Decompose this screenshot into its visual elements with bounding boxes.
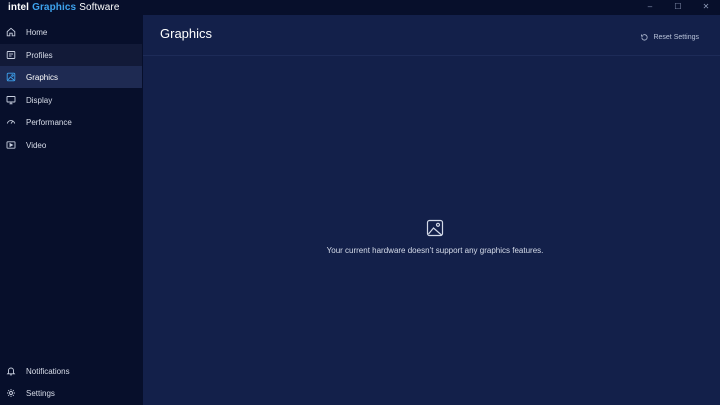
sidebar-item-label: Graphics xyxy=(26,72,59,82)
sidebar: Home Profiles Graphics Display Performan… xyxy=(0,20,142,405)
reset-settings-label: Reset Settings xyxy=(653,34,699,41)
image-icon xyxy=(426,219,444,237)
sidebar-item-label: Profiles xyxy=(26,50,53,60)
close-button[interactable]: ✕ xyxy=(692,0,720,12)
graphics-icon xyxy=(6,72,16,82)
sidebar-item-label: Video xyxy=(26,140,47,150)
video-icon xyxy=(6,140,16,150)
reset-settings-button[interactable]: Reset Settings xyxy=(640,33,699,42)
app-brand: intel Graphics Software xyxy=(8,0,119,15)
sidebar-item-graphics[interactable]: Graphics xyxy=(0,66,142,88)
page-header: Graphics Reset Settings xyxy=(143,15,720,56)
sidebar-item-home[interactable]: Home xyxy=(0,21,142,43)
sidebar-item-profiles[interactable]: Profiles xyxy=(0,44,142,66)
minimize-button[interactable]: – xyxy=(636,0,664,12)
sidebar-item-label: Performance xyxy=(26,117,72,127)
maximize-button[interactable]: ☐ xyxy=(664,0,692,12)
brand-graphics: Graphics xyxy=(32,2,77,13)
bell-icon xyxy=(6,366,16,376)
gear-icon xyxy=(6,388,16,398)
sidebar-item-label: Notifications xyxy=(26,366,70,376)
brand-software: Software xyxy=(79,2,120,13)
page-title: Graphics xyxy=(160,26,213,41)
sidebar-item-label: Home xyxy=(26,27,48,37)
brand-intel: intel xyxy=(8,2,30,13)
sidebar-item-performance[interactable]: Performance xyxy=(0,111,142,133)
sidebar-item-display[interactable]: Display xyxy=(0,89,142,111)
title-bar: intel Graphics Software – ☐ ✕ xyxy=(0,0,720,15)
sidebar-item-video[interactable]: Video xyxy=(0,134,142,156)
app-window: intel Graphics Software – ☐ ✕ Home Profi… xyxy=(0,0,720,405)
empty-state-message: Your current hardware doesn’t support an… xyxy=(326,246,544,255)
sidebar-item-label: Settings xyxy=(26,388,55,398)
sidebar-item-label: Display xyxy=(26,95,53,105)
main-panel: Graphics Reset Settings Your current har… xyxy=(143,15,720,405)
display-icon xyxy=(6,95,16,105)
sidebar-item-settings[interactable]: Settings xyxy=(0,382,142,404)
home-icon xyxy=(6,27,16,37)
reset-icon xyxy=(641,34,649,41)
performance-icon xyxy=(6,117,16,127)
profiles-icon xyxy=(6,50,16,60)
sidebar-item-notifications[interactable]: Notifications xyxy=(0,360,142,382)
window-controls: – ☐ ✕ xyxy=(636,0,720,12)
